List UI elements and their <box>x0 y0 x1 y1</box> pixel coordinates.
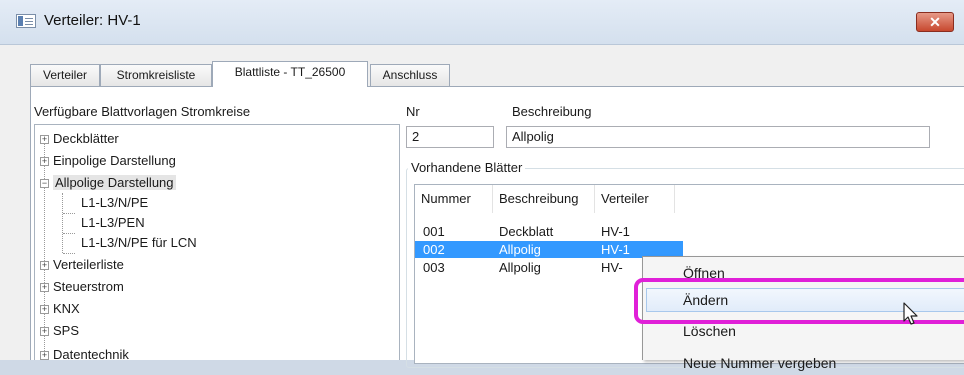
expand-icon[interactable]: + <box>40 261 49 271</box>
tree-connector <box>63 253 75 254</box>
tree-item-label: Deckblätter <box>53 131 119 146</box>
tree-item-label: Einpolige Darstellung <box>53 153 176 168</box>
tree-connector <box>63 213 75 214</box>
column-header-verteiler[interactable]: Verteiler <box>595 185 675 213</box>
mouse-cursor-icon <box>903 302 918 325</box>
tree-item-knx[interactable]: + KNX <box>40 299 80 319</box>
cell-beschreibung: Deckblatt <box>499 224 554 239</box>
tree-connector <box>62 193 63 253</box>
expand-icon[interactable]: + <box>40 283 49 293</box>
tree-item-deckblaetter[interactable]: + Deckblätter <box>40 129 119 149</box>
column-header-beschreibung[interactable]: Beschreibung <box>493 185 595 213</box>
menu-item-neue-nummer[interactable]: Neue Nummer vergeben <box>683 351 836 375</box>
tree-item-label: Datentechnik <box>53 347 129 360</box>
expand-icon[interactable]: + <box>40 157 49 167</box>
sheets-group-label: Vorhandene Blätter <box>408 160 526 175</box>
expand-icon[interactable]: + <box>40 351 49 360</box>
nr-label: Nr <box>406 104 420 119</box>
window-title: Verteiler: HV-1 <box>44 12 141 29</box>
tree-item-label: SPS <box>53 323 80 338</box>
cell-verteiler: HV- <box>601 260 623 275</box>
tree-item-allpolige[interactable]: − Allpolige Darstellung <box>40 173 176 193</box>
expand-icon[interactable]: + <box>40 135 49 145</box>
tree-connector <box>63 233 75 234</box>
title-bar[interactable]: Verteiler: HV-1 ✕ <box>0 0 964 45</box>
close-button[interactable]: ✕ <box>916 12 954 32</box>
nr-field[interactable]: 2 <box>406 126 494 148</box>
tree-item-l1-l3-n-pe[interactable]: L1-L3/N/PE <box>81 193 148 213</box>
tab-anschluss[interactable]: Anschluss <box>370 64 450 86</box>
beschreibung-label: Beschreibung <box>512 104 592 119</box>
tab-stromkreisliste[interactable]: Stromkreisliste <box>100 64 212 86</box>
collapse-icon[interactable]: − <box>40 179 49 189</box>
tab-blattliste[interactable]: Blattliste - TT_26500 <box>212 61 368 87</box>
cell-beschreibung: Allpolig <box>499 242 541 257</box>
window-icon <box>16 14 36 28</box>
dialog-window: Verteiler: HV-1 ✕ Verteiler Stromkreisli… <box>0 0 964 371</box>
cell-verteiler: HV-1 <box>601 224 630 239</box>
tree-item-label: Verteilerliste <box>53 257 124 272</box>
expand-icon[interactable]: + <box>40 327 49 337</box>
tree-item-einpolige[interactable]: + Einpolige Darstellung <box>40 151 176 171</box>
tree-item-label: KNX <box>53 301 80 316</box>
expand-icon[interactable]: + <box>40 305 49 315</box>
tab-verteiler[interactable]: Verteiler <box>30 64 100 86</box>
tree-item-steuerstrom[interactable]: + Steuerstrom <box>40 277 124 297</box>
tree-item-l1-l3-pen[interactable]: L1-L3/PEN <box>81 213 145 233</box>
tree-item-label: Allpolige Darstellung <box>53 175 176 190</box>
column-header-nummer[interactable]: Nummer <box>415 185 493 213</box>
tree-item-label: Steuerstrom <box>53 279 124 294</box>
beschreibung-field[interactable]: Allpolig <box>506 126 930 148</box>
tree-item-l1-l3-n-pe-lcn[interactable]: L1-L3/N/PE für LCN <box>81 233 197 253</box>
tree-item-datentechnik[interactable]: + Datentechnik <box>40 345 129 360</box>
tree-item-verteilerliste[interactable]: + Verteilerliste <box>40 255 124 275</box>
tree-item-sps[interactable]: + SPS <box>40 321 79 341</box>
template-tree[interactable]: + Deckblätter + Einpolige Darstellung − All… <box>34 124 400 360</box>
cell-nummer: 003 <box>423 260 445 275</box>
tree-label: Verfügbare Blattvorlagen Stromkreise <box>34 104 251 119</box>
cell-nummer: 002 <box>423 242 445 257</box>
cell-nummer: 001 <box>423 224 445 239</box>
cell-beschreibung: Allpolig <box>499 260 541 275</box>
